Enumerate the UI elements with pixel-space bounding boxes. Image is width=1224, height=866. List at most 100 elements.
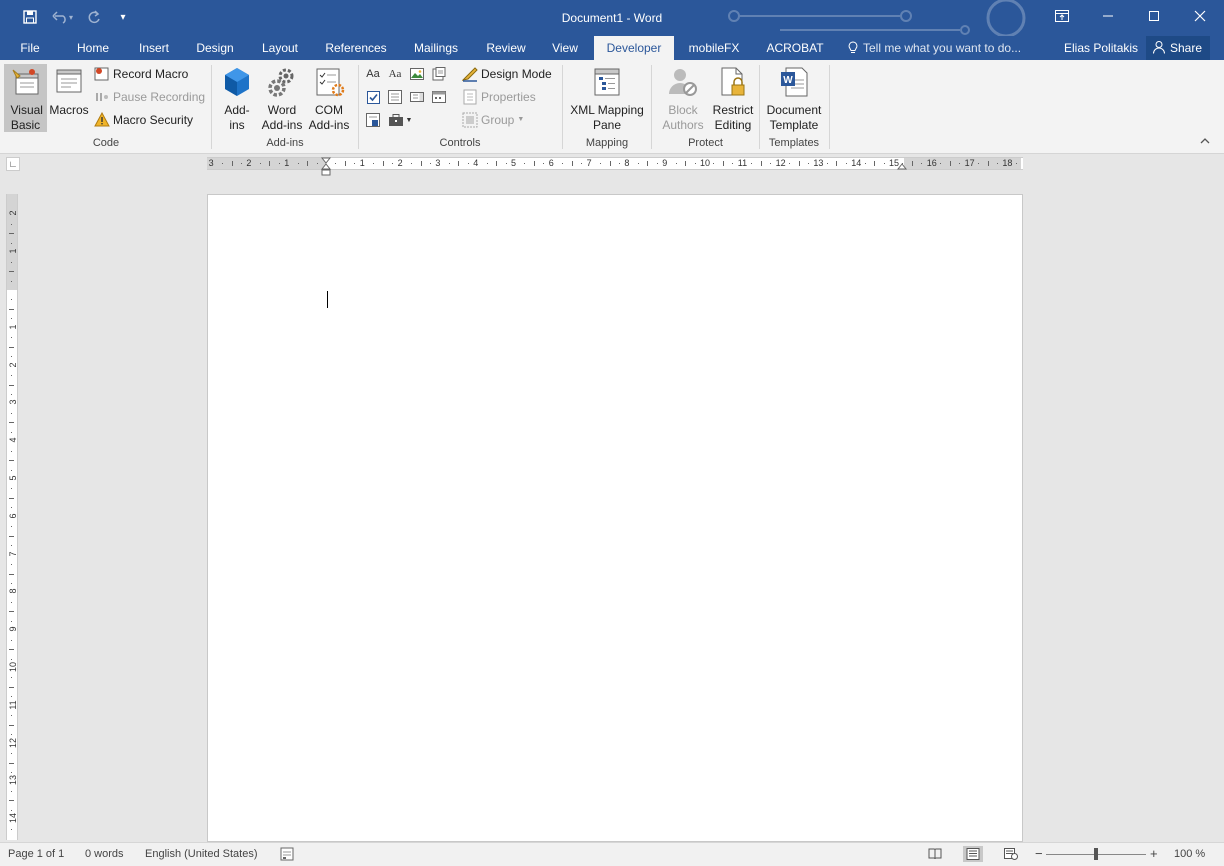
com-add-ins-button[interactable]: COM Add-ins: [306, 64, 352, 134]
rich-text-content-control[interactable]: Aa: [364, 65, 382, 83]
ruler-tick: [9, 460, 14, 462]
group-label-add-ins: Add-ins: [266, 137, 304, 149]
add-ins-button[interactable]: Add-ins: [218, 64, 256, 134]
block-authors-icon: [667, 66, 699, 98]
tab-selector[interactable]: ∟: [6, 157, 20, 171]
word-add-ins-button[interactable]: Word Add-ins: [258, 64, 306, 134]
properties-button[interactable]: Properties: [462, 87, 536, 107]
tab-developer[interactable]: Developer: [594, 36, 674, 60]
ruler-number: 1: [8, 248, 18, 254]
ruler-tick: [9, 649, 14, 651]
record-macro-label: Record Macro: [113, 67, 189, 81]
ruler-tick: [11, 431, 12, 433]
macro-recording-button[interactable]: [280, 847, 294, 866]
tab-insert[interactable]: Insert: [131, 36, 177, 60]
warning-icon: [94, 111, 110, 128]
tab-home[interactable]: Home: [70, 36, 116, 60]
plain-text-content-control[interactable]: Aa: [386, 65, 404, 83]
tell-me-search[interactable]: Tell me what you want to do...: [848, 36, 1021, 60]
combo-box-content-control[interactable]: [386, 88, 404, 106]
ruler-tick: [11, 280, 12, 282]
tab-acrobat[interactable]: ACROBAT: [760, 36, 830, 60]
print-layout-icon: [966, 848, 980, 860]
maximize-button[interactable]: [1131, 0, 1177, 32]
date-picker-content-control[interactable]: [430, 88, 448, 106]
visual-basic-button[interactable]: Visual Basic: [4, 64, 47, 132]
ruler-number: 12: [8, 737, 18, 748]
language-indicator[interactable]: English (United States): [145, 843, 258, 865]
status-bar: Page 1 of 1 0 words English (United Stat…: [0, 842, 1224, 866]
pause-recording-button[interactable]: Pause Recording: [94, 87, 205, 107]
person-icon: [1153, 41, 1165, 54]
vertical-ruler[interactable]: 2 1 1 2 3 4 5 6 7 8 9 10 11 12 13 14: [6, 194, 18, 840]
ruler-tick: [9, 573, 14, 575]
ruler-number: 11: [8, 700, 18, 710]
legacy-tools-button[interactable]: ▼: [386, 111, 414, 129]
ruler-tick: [11, 356, 12, 358]
maximize-icon: [1149, 11, 1159, 21]
block-authors-button[interactable]: Block Authors: [656, 64, 710, 134]
group-label-mapping: Mapping: [585, 137, 629, 149]
tab-references[interactable]: References: [320, 36, 392, 60]
zoom-in-button[interactable]: +: [1150, 843, 1158, 865]
chevron-down-icon: ▼: [405, 116, 413, 124]
group-icon: [462, 112, 478, 128]
share-button[interactable]: Share: [1146, 36, 1210, 60]
tab-file[interactable]: File: [10, 36, 50, 60]
restrict-editing-button[interactable]: Restrict Editing: [710, 64, 756, 134]
group-label-controls: Controls: [439, 137, 481, 149]
ruler-number: 6: [8, 513, 18, 519]
visual-basic-icon: [10, 66, 42, 98]
drop-down-list-icon: [410, 92, 424, 102]
macro-security-button[interactable]: Macro Security: [94, 110, 193, 130]
xml-mapping-pane-button[interactable]: XML Mapping Pane: [566, 64, 648, 134]
group-button[interactable]: Group ▼: [462, 110, 524, 130]
page-count[interactable]: Page 1 of 1: [8, 843, 64, 865]
close-button[interactable]: [1177, 0, 1223, 32]
collapse-ribbon-button[interactable]: [1200, 136, 1210, 148]
group-separator: [651, 65, 652, 149]
ruler-number: 8: [8, 588, 18, 594]
ruler-tick: [9, 724, 14, 726]
gears-icon: [266, 66, 298, 98]
chevron-up-icon: [1200, 138, 1210, 144]
close-icon: [1194, 10, 1206, 22]
minimize-button[interactable]: [1085, 0, 1131, 32]
pause-icon: [94, 89, 110, 105]
picture-content-control[interactable]: [408, 65, 426, 83]
building-block-gallery-control[interactable]: [430, 65, 448, 83]
tab-mobilefx[interactable]: mobileFX: [682, 36, 746, 60]
repeating-section-content-control[interactable]: [364, 111, 382, 129]
visual-basic-label: Visual Basic: [10, 103, 43, 132]
design-mode-button[interactable]: Design Mode: [461, 64, 552, 84]
svg-text:W: W: [783, 75, 793, 86]
ruler-number: 13: [8, 775, 18, 786]
document-page[interactable]: [207, 194, 1023, 842]
print-layout-button[interactable]: [963, 846, 983, 862]
tab-mailings[interactable]: Mailings: [405, 36, 467, 60]
ruler-tick: [11, 261, 12, 263]
macro-security-label: Macro Security: [113, 113, 194, 127]
web-layout-button[interactable]: [1001, 846, 1021, 862]
word-count[interactable]: 0 words: [85, 843, 124, 865]
macros-button[interactable]: Macros: [48, 64, 90, 134]
tab-view[interactable]: View: [545, 36, 585, 60]
zoom-slider-thumb[interactable]: [1094, 848, 1098, 860]
zoom-level[interactable]: 100 %: [1174, 843, 1205, 865]
ruler-tick: [11, 412, 12, 414]
com-add-ins-icon: [313, 66, 345, 98]
ribbon-display-options-button[interactable]: [1039, 0, 1085, 32]
read-mode-button[interactable]: [925, 846, 945, 862]
horizontal-ruler[interactable]: 3 2 1 1 2 3 4 5 6 7 8 9 10 11 12 13 14 15 16 17 18: [207, 157, 1023, 176]
zoom-out-button[interactable]: −: [1035, 843, 1043, 865]
checkbox-content-control[interactable]: [364, 88, 382, 106]
document-template-button[interactable]: W Document Template: [762, 64, 826, 134]
user-account[interactable]: Elias Politakis: [1064, 36, 1138, 60]
tab-design[interactable]: Design: [190, 36, 240, 60]
tab-review[interactable]: Review: [480, 36, 532, 60]
chevron-down-icon: ▼: [517, 116, 525, 123]
record-macro-button[interactable]: Record Macro: [94, 64, 188, 84]
drop-down-list-content-control[interactable]: [408, 88, 426, 106]
tab-layout[interactable]: Layout: [254, 36, 306, 60]
ruler-tick: [11, 715, 12, 717]
